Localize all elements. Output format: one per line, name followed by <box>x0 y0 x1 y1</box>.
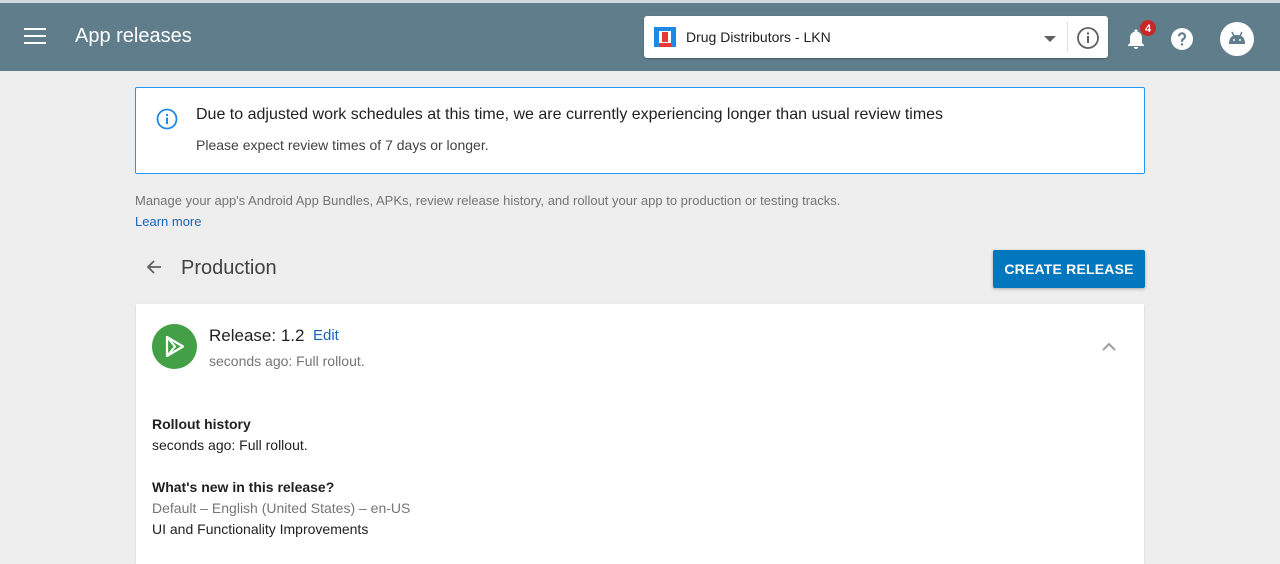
dropdown-caret-icon[interactable] <box>1044 36 1056 42</box>
edit-release-link[interactable]: Edit <box>313 327 339 344</box>
release-status: seconds ago: Full rollout. <box>209 353 365 369</box>
android-icon <box>1229 31 1245 44</box>
rollout-history-label: Rollout history <box>152 416 251 432</box>
chevron-up-icon[interactable] <box>1100 340 1118 354</box>
notice-text: Please expect review times of 7 days or … <box>196 137 489 153</box>
release-title: Release: 1.2 <box>209 326 305 345</box>
page-description: Manage your app's Android App Bundles, A… <box>135 193 841 208</box>
whats-new-text: UI and Functionality Improvements <box>152 521 369 537</box>
info-icon[interactable] <box>1076 26 1100 50</box>
rollout-history-value: seconds ago: Full rollout. <box>152 437 308 453</box>
learn-more-link[interactable]: Learn more <box>135 214 201 229</box>
page-title: App releases <box>75 25 192 47</box>
review-times-notice: Due to adjusted work schedules at this t… <box>135 87 1145 174</box>
back-arrow-icon[interactable] <box>143 256 165 278</box>
divider <box>1067 22 1068 52</box>
account-avatar[interactable] <box>1220 22 1254 56</box>
selected-app-name: Drug Distributors - LKN <box>686 29 831 45</box>
notice-title: Due to adjusted work schedules at this t… <box>196 106 944 123</box>
help-icon[interactable] <box>1170 27 1194 51</box>
release-card: Release: 1.2 Edit seconds ago: Full roll… <box>136 304 1144 564</box>
app-logo-icon <box>652 24 678 50</box>
app-selector[interactable]: Drug Distributors - LKN <box>644 16 1108 58</box>
notification-badge: 4 <box>1139 19 1157 37</box>
whats-new-label: What's new in this release? <box>152 479 335 495</box>
notice-info-icon <box>155 107 179 131</box>
menu-icon[interactable] <box>24 28 46 44</box>
whats-new-locale: Default – English (United States) – en-U… <box>152 500 411 516</box>
track-title: Production <box>181 257 277 279</box>
play-icon <box>152 324 197 369</box>
create-release-button[interactable]: CREATE RELEASE <box>993 250 1145 288</box>
top-app-bar: App releases Drug Distributors - LKN 4 <box>0 0 1280 71</box>
